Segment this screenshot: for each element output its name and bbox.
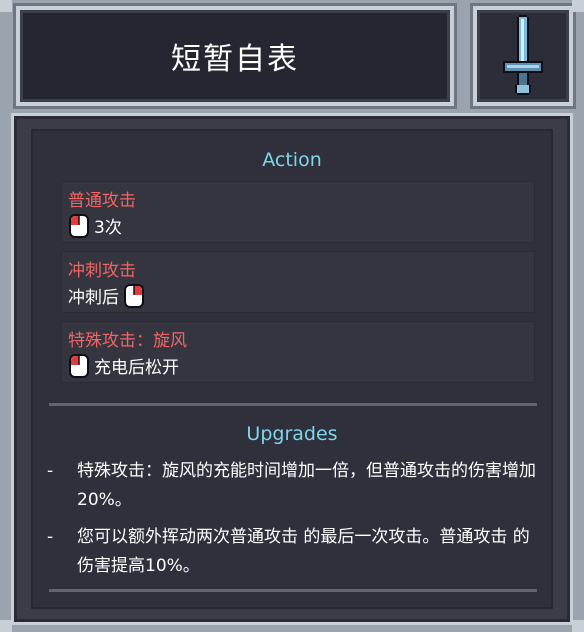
action-detail: 3次: [68, 213, 122, 238]
weapon-title: 短暂自表: [171, 42, 299, 77]
action-detail-text: 充电后松开: [94, 358, 179, 378]
action-row-normal-attack: 普通攻击 3次: [61, 181, 535, 243]
frame-corner: [0, 620, 12, 632]
upgrades-heading: Upgrades: [246, 423, 338, 445]
weapon-tooltip-frame: 短暂自表 Action 普通攻击 3次 冲刺攻击 冲刺后 特殊攻击：旋风 充电后…: [0, 0, 584, 632]
action-heading: Action: [262, 149, 322, 171]
action-detail-text: 冲刺后: [68, 288, 119, 308]
action-row-special-attack: 特殊攻击：旋风 充电后松开: [61, 321, 535, 383]
action-row-dash-attack: 冲刺攻击 冲刺后: [61, 251, 535, 313]
action-name: 特殊攻击：旋风: [68, 331, 187, 351]
frame-corner: [572, 620, 584, 632]
details-inner-panel: Action 普通攻击 3次 冲刺攻击 冲刺后 特殊攻击：旋风 充电后松开 Up…: [31, 129, 553, 609]
left-click-mouse-icon: [69, 213, 89, 238]
left-click-mouse-icon: [69, 353, 89, 378]
title-box: 短暂自表: [20, 10, 450, 102]
action-name: 冲刺攻击: [68, 261, 136, 281]
action-name: 普通攻击: [68, 191, 136, 211]
action-detail: 充电后松开: [68, 353, 179, 378]
weapon-icon-box: [477, 10, 569, 102]
frame-corner: [0, 0, 12, 12]
upgrade-text: 您可以额外挥动两次普通攻击 的最后一次攻击。普通攻击 的伤害提高10%。: [77, 527, 530, 576]
sword-icon: [503, 15, 543, 95]
section-divider: [49, 589, 537, 592]
upgrade-text: 特殊攻击：旋风的充能时间增加一倍，但普通攻击的伤害增加20%。: [77, 461, 536, 510]
frame-corner: [572, 0, 584, 12]
section-divider: [49, 403, 537, 406]
action-detail-text: 3次: [94, 218, 122, 238]
upgrade-bullet: -: [47, 461, 54, 481]
right-click-mouse-icon: [124, 283, 144, 308]
upgrade-bullet: -: [47, 527, 54, 547]
action-detail: 冲刺后: [68, 283, 145, 308]
details-panel: Action 普通攻击 3次 冲刺攻击 冲刺后 特殊攻击：旋风 充电后松开 Up…: [14, 116, 570, 622]
